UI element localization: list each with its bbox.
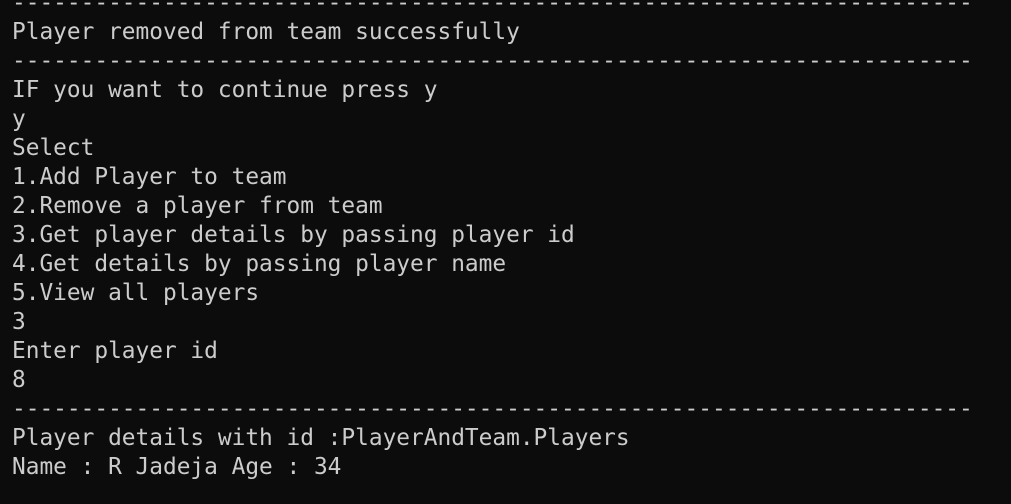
separator-line: ----------------------------------------… bbox=[12, 396, 973, 422]
player-details-values: Name : R Jadeja Age : 34 bbox=[12, 454, 342, 480]
menu-option-add-player: 1.Add Player to team bbox=[12, 164, 287, 190]
player-id-prompt: Enter player id bbox=[12, 338, 218, 364]
user-input-player-id: 8 bbox=[12, 367, 26, 393]
user-input-choice: 3 bbox=[12, 309, 26, 335]
terminal-output[interactable]: ----------------------------------------… bbox=[0, 0, 1011, 493]
user-input-continue: y bbox=[12, 106, 26, 132]
separator-line: ----------------------------------------… bbox=[12, 482, 1011, 493]
menu-option-view-all: 5.View all players bbox=[12, 280, 260, 306]
separator-line: ----------------------------------------… bbox=[12, 48, 973, 74]
player-details-header: Player details with id :PlayerAndTeam.Pl… bbox=[12, 425, 630, 451]
menu-option-remove-player: 2.Remove a player from team bbox=[12, 193, 383, 219]
status-message: Player removed from team successfully bbox=[12, 19, 520, 45]
continue-prompt: IF you want to continue press y bbox=[12, 77, 438, 103]
separator-line: ----------------------------------------… bbox=[12, 0, 973, 16]
menu-option-details-by-name: 4.Get details by passing player name bbox=[12, 251, 507, 277]
menu-heading: Select bbox=[12, 135, 95, 161]
menu-option-details-by-id: 3.Get player details by passing player i… bbox=[12, 222, 575, 248]
